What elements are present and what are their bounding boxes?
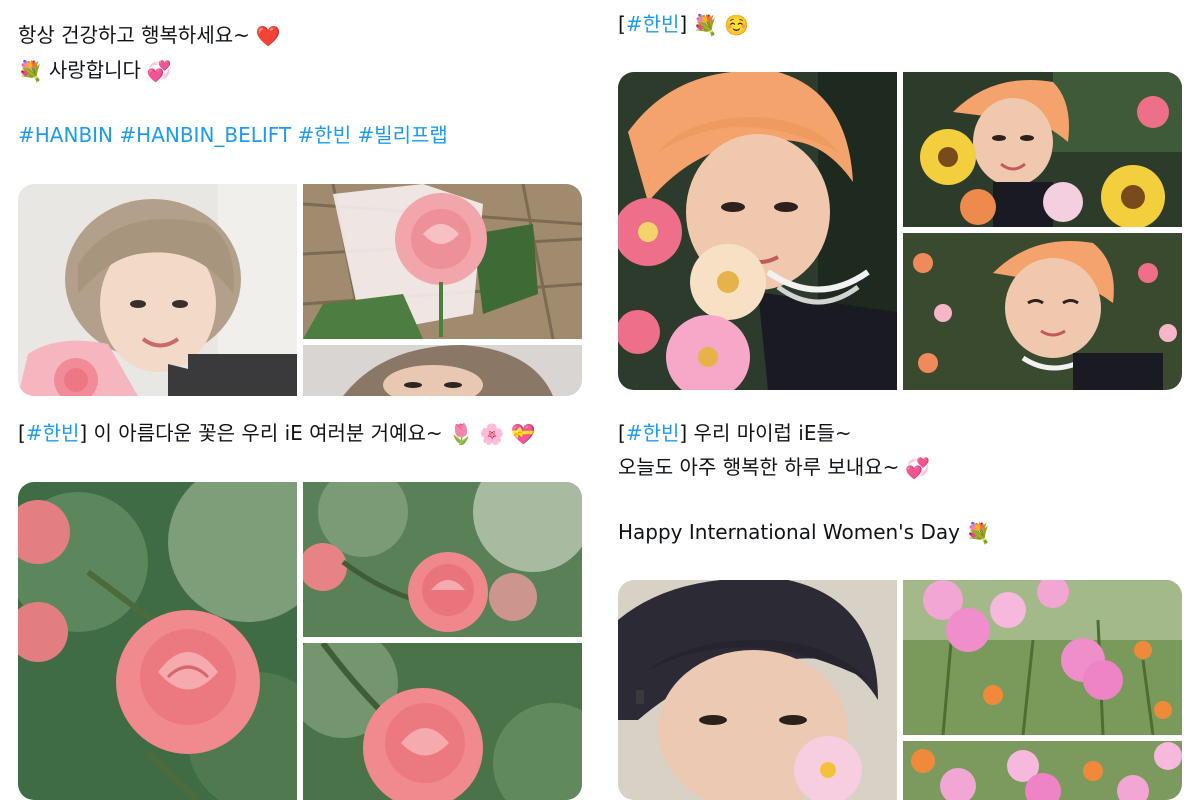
media-grid <box>18 184 582 396</box>
tulip-emoji-icon: 🌷 <box>448 422 474 446</box>
hashtag-link[interactable]: #한빈 <box>298 123 352 147</box>
bouquet-emoji-icon: 💐 <box>18 59 43 83</box>
hashtag-link[interactable]: #한빈 <box>626 421 680 445</box>
hanbin-dark-hair-photo[interactable] <box>618 580 897 800</box>
hashtag-link[interactable]: #HANBIN <box>18 123 113 147</box>
bracket: ] <box>679 421 688 445</box>
hashtag-line: #HANBIN #HANBIN_BELIFT #한빈 #빌리프랩 <box>18 122 448 148</box>
post-text: 오늘도 아주 행복한 하루 보내요~ <box>618 455 900 479</box>
post-text-line-3: Happy International Women's Day 💐 <box>618 519 991 545</box>
post-text-line: [#한빈] 💐 ☺️ <box>618 11 749 37</box>
pink-rose-bouquet-photo[interactable] <box>303 184 582 339</box>
hanbin-flowers-photo-large[interactable] <box>618 72 897 390</box>
post-text-line-1: 항상 건강하고 행복하세요~ ❤️ <box>18 22 281 48</box>
post-text-line-1: [#한빈] 우리 마이럽 iE들~ <box>618 420 852 446</box>
hanbin-bouquet-photo[interactable] <box>18 184 297 396</box>
hanbin-closeup-photo[interactable] <box>303 345 582 396</box>
smiling-face-emoji-icon: ☺️ <box>724 13 749 37</box>
left-column: 항상 건강하고 행복하세요~ ❤️ 💐 사랑합니다 💞 #HANBIN #HANBIN… <box>0 0 600 800</box>
media-grid <box>618 72 1182 390</box>
rose-photo-bottom-right[interactable] <box>303 643 582 800</box>
cherry-blossom-emoji-icon: 🌸 <box>479 422 505 446</box>
bracket: [ <box>618 421 626 445</box>
post-text: 항상 건강하고 행복하세요~ <box>18 23 250 47</box>
hashtag-link[interactable]: #한빈 <box>626 12 680 36</box>
hanbin-sunflowers-photo[interactable] <box>903 72 1182 227</box>
hashtag-link[interactable]: #HANBIN_BELIFT <box>119 123 291 147</box>
bouquet-emoji-icon: 💐 <box>693 13 719 37</box>
hanbin-smiling-flowers-photo[interactable] <box>903 233 1182 390</box>
bracket: ] <box>79 421 88 445</box>
post-text: 이 아름다운 꽃은 우리 iE 여러분 거예요~ <box>93 421 443 445</box>
bracket: [ <box>18 421 26 445</box>
bracket: [ <box>618 12 626 36</box>
bracket: ] <box>679 12 688 36</box>
bouquet-emoji-icon: 💐 <box>965 521 991 545</box>
hashtag-link[interactable]: #빌리프랩 <box>357 123 447 147</box>
right-column: [#한빈] 💐 ☺️ [#한빈] 우리 마이럽 iE들~ 오늘도 아주 행복한 … <box>600 0 1200 800</box>
media-grid <box>18 482 582 800</box>
post-text: Happy International Women's Day <box>618 520 960 544</box>
cosmos-flowers-photo-top[interactable] <box>903 580 1182 735</box>
hearts-emoji-icon: 💞 <box>146 59 172 83</box>
post-text: 우리 마이럽 iE들~ <box>693 421 852 445</box>
post-text-line: [#한빈] 이 아름다운 꽃은 우리 iE 여러분 거예요~ 🌷 🌸 💝 <box>18 420 535 446</box>
media-grid <box>618 580 1182 800</box>
rose-photo-large[interactable] <box>18 482 297 800</box>
post-text-line-2: 💐 사랑합니다 💞 <box>18 57 172 83</box>
heart-ribbon-emoji-icon: 💝 <box>510 422 536 446</box>
cosmos-flowers-photo-bottom[interactable] <box>903 741 1182 800</box>
red-heart-emoji-icon: ❤️ <box>255 24 281 48</box>
post-text-line-2: 오늘도 아주 행복한 하루 보내요~ 💞 <box>618 454 930 480</box>
post-text: 사랑합니다 <box>48 58 141 82</box>
hashtag-link[interactable]: #한빈 <box>26 421 80 445</box>
hearts-emoji-icon: 💞 <box>905 456 931 480</box>
rose-photo-top-right[interactable] <box>303 482 582 637</box>
